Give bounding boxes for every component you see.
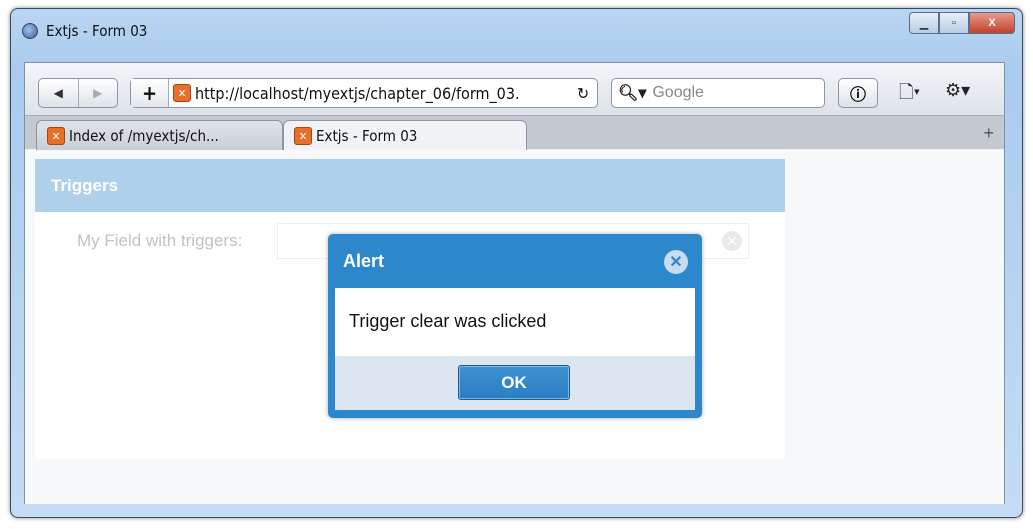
forward-button[interactable]: ▶	[77, 79, 118, 107]
back-button[interactable]: ◀	[39, 79, 78, 107]
toolbar: ◀ ▶ + ✕ http://localhost/myextjs/chapter…	[25, 63, 1004, 115]
panel-title: Triggers	[35, 159, 785, 212]
url-input[interactable]: http://localhost/myextjs/chapter_06/form…	[195, 84, 520, 103]
add-bookmark-button[interactable]: +	[131, 79, 169, 107]
address-bar[interactable]: + ✕ http://localhost/myextjs/chapter_06/…	[130, 78, 598, 108]
dialog-close-icon[interactable]: ✕	[664, 250, 688, 274]
field-label: My Field with triggers:	[77, 231, 243, 250]
tab-form03[interactable]: ✕ Extjs - Form 03	[283, 120, 527, 151]
tab-favicon: ✕	[47, 127, 65, 145]
minimize-button[interactable]: ▁	[909, 12, 939, 34]
search-box[interactable]: 🔍︎▾ Google	[611, 78, 825, 108]
new-tab-button[interactable]: +	[983, 123, 994, 144]
tab-index[interactable]: ✕ Index of /myextjs/ch...	[36, 120, 283, 151]
site-favicon: ✕	[173, 84, 191, 102]
dialog-title: Alert	[343, 250, 385, 271]
title-bar: Extjs - Form 03	[22, 22, 147, 40]
window-controls: ▁ ▫ X	[909, 12, 1015, 34]
alert-dialog: Alert ✕ Trigger clear was clicked OK	[328, 234, 702, 418]
gear-icon[interactable]: ⚙▾	[945, 80, 970, 101]
info-button[interactable]: ⓘ	[838, 78, 878, 108]
window-title: Extjs - Form 03	[46, 22, 148, 40]
tab-label: Extjs - Form 03	[316, 127, 418, 145]
search-icon: 🔍︎▾	[618, 85, 647, 102]
nav-buttons: ◀ ▶	[38, 78, 118, 108]
ok-button[interactable]: OK	[458, 365, 570, 400]
close-button[interactable]: X	[969, 12, 1015, 34]
search-input[interactable]: Google	[652, 84, 704, 102]
tab-bar: ✕ Index of /myextjs/ch... ✕ Extjs - Form…	[25, 115, 1004, 151]
maximize-button[interactable]: ▫	[939, 12, 969, 34]
browser-icon	[22, 23, 38, 39]
dialog-message: Trigger clear was clicked	[335, 288, 695, 356]
reload-icon[interactable]: ↻	[577, 84, 589, 103]
tab-favicon: ✕	[294, 127, 312, 145]
tab-label: Index of /myextjs/ch...	[69, 127, 219, 145]
page-menu-icon[interactable]: 🗋▾	[899, 80, 920, 110]
dialog-footer: OK	[335, 356, 695, 410]
clear-trigger-icon[interactable]: ✕	[722, 231, 742, 251]
